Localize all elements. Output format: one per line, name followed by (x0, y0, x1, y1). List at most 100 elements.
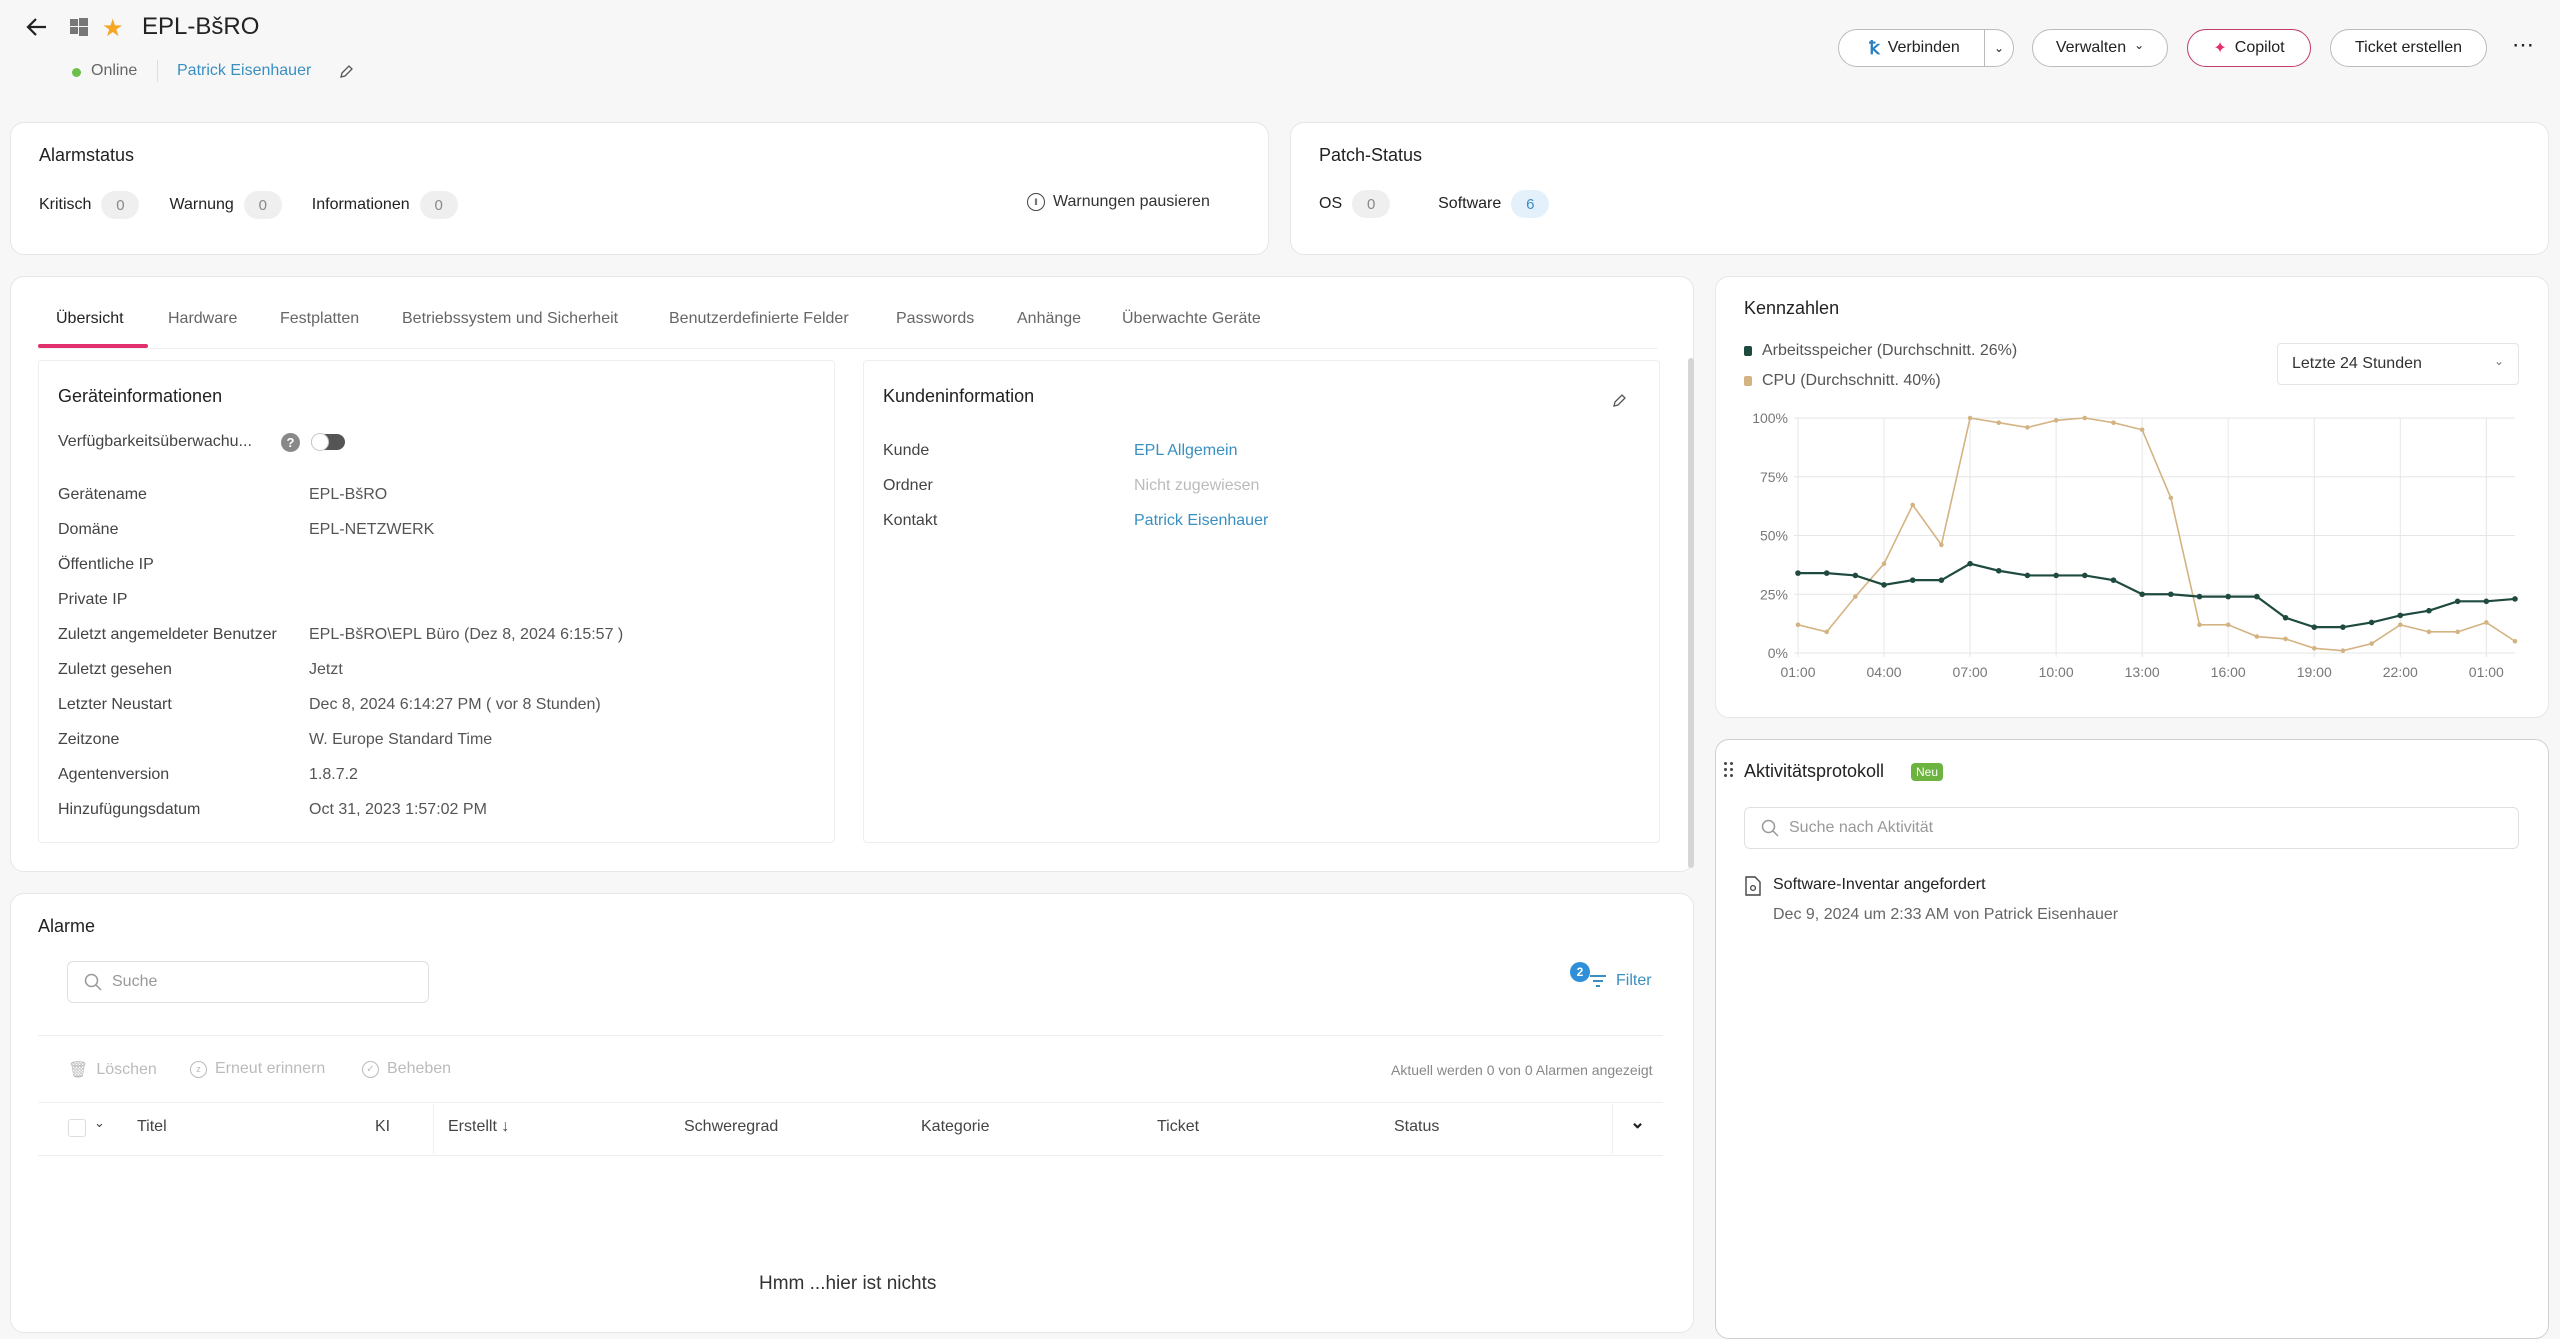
x-tick-label: 13:00 (2125, 664, 2160, 680)
col-ai[interactable]: KI (375, 1118, 390, 1136)
tab-attachments[interactable]: Anhänge (1017, 310, 1081, 328)
tab-custom-fields[interactable]: Benutzerdefinierte Felder (669, 310, 849, 328)
select-chevron-icon[interactable]: ⌄ (94, 1115, 105, 1131)
x-tick-label: 19:00 (2297, 664, 2332, 680)
last-seen-value: Jetzt (309, 661, 343, 678)
create-ticket-button[interactable]: Ticket erstellen (2330, 29, 2487, 67)
manage-button[interactable]: Verwalten ⌄ (2032, 29, 2168, 67)
data-point-memory (2225, 593, 2231, 600)
y-tick-label: 0% (1768, 645, 1788, 661)
select-all-checkbox[interactable] (68, 1119, 86, 1137)
data-point-memory (1995, 567, 2002, 574)
new-badge: Neu (1911, 763, 1944, 781)
os-count[interactable]: 0 (1352, 190, 1391, 218)
data-point-cpu (2053, 418, 2059, 423)
columns-menu-chevron-icon[interactable]: ⌄ (1630, 1112, 1645, 1133)
back-button[interactable] (24, 14, 50, 40)
connect-button[interactable]: ꝁ Verbinden (1838, 29, 1990, 67)
data-point-cpu (1824, 629, 1829, 635)
info-count: 0 (419, 191, 458, 219)
col-created[interactable]: Erstellt ↓ (448, 1118, 509, 1136)
data-point-memory (2024, 572, 2031, 579)
last-user-label: Zuletzt angemeldeter Benutzer (58, 626, 277, 643)
customer-info-title: Kundeninformation (883, 386, 1035, 406)
snooze-button[interactable]: z Erneut erinnern (190, 1060, 325, 1078)
customer-link[interactable]: EPL Allgemein (1134, 442, 1237, 460)
connect-dropdown-button[interactable]: ⌄ (1984, 29, 2014, 67)
data-point-cpu (2340, 648, 2346, 653)
data-point-memory (2053, 572, 2059, 579)
data-point-cpu (1795, 622, 1801, 628)
contact-link[interactable]: Patrick Eisenhauer (1134, 512, 1268, 530)
device-title: EPL-BšRO (142, 13, 260, 40)
drag-handle-icon[interactable] (1724, 762, 1734, 778)
data-point-cpu (2369, 641, 2374, 646)
col-severity[interactable]: Schweregrad (684, 1118, 778, 1136)
time-range-select[interactable]: Letzte 24 Stunden ⌄ (2277, 343, 2519, 385)
edit-customer-icon[interactable] (1611, 393, 1627, 414)
empty-state-text: Hmm ...hier ist nichts (759, 1273, 937, 1294)
activity-item-title[interactable]: Software-Inventar angefordert (1773, 876, 1986, 894)
col-ticket[interactable]: Ticket (1157, 1118, 1199, 1136)
col-title[interactable]: Titel (137, 1118, 167, 1136)
sparkle-icon: ✦ (2213, 40, 2227, 57)
activity-search-input[interactable]: Suche nach Aktivität (1744, 807, 2519, 849)
software-count[interactable]: 6 (1511, 190, 1550, 218)
pause-warnings-button[interactable]: ‖ Warnungen pausieren (1027, 193, 1210, 211)
resolve-button[interactable]: ✓ Beheben (362, 1060, 451, 1078)
tab-hardware[interactable]: Hardware (168, 310, 237, 328)
divider (157, 60, 158, 82)
tab-os-security[interactable]: Betriebssystem und Sicherheit (402, 310, 618, 328)
tab-passwords[interactable]: Passwords (896, 310, 974, 328)
availability-toggle[interactable] (311, 433, 345, 451)
alarms-count-text: Aktuell werden 0 von 0 Alarmen angezeigt (1391, 1062, 1653, 1078)
contact-label: Kontakt (883, 512, 938, 529)
alarms-title: Alarme (38, 916, 96, 936)
help-icon[interactable]: ? (281, 433, 300, 452)
device-name-label: Gerätename (58, 486, 147, 503)
x-tick-label: 01:00 (1780, 664, 1815, 680)
filter-icon (1590, 975, 1606, 987)
search-icon (1761, 819, 1779, 837)
data-point-cpu (2225, 622, 2231, 628)
data-point-memory (2196, 593, 2203, 600)
col-category[interactable]: Kategorie (921, 1118, 990, 1136)
data-point-memory (2311, 624, 2318, 630)
tab-overview[interactable]: Übersicht (56, 310, 124, 328)
info-label: Informationen (311, 196, 410, 213)
legend-cpu[interactable]: CPU (Durchschnitt. 40%) (1744, 372, 1941, 390)
favorite-star-icon[interactable]: ★ (102, 14, 124, 43)
y-tick-label: 25% (1760, 586, 1788, 602)
patch-status-card: Patch-Status OS 0 Software 6 (1290, 122, 2549, 255)
col-status[interactable]: Status (1394, 1118, 1439, 1136)
data-point-cpu (1939, 542, 1944, 548)
data-point-memory (2139, 591, 2145, 598)
filter-button[interactable]: 2 Filter (1570, 962, 1652, 990)
tab-disks[interactable]: Festplatten (280, 310, 359, 328)
timezone-value: W. Europe Standard Time (309, 731, 493, 748)
filter-count-badge: 2 (1570, 962, 1590, 982)
x-tick-label: 16:00 (2211, 664, 2246, 680)
os-label: OS (1319, 195, 1343, 212)
trash-icon: 🗑︎ (68, 1062, 89, 1079)
data-point-cpu (1996, 420, 2002, 425)
edit-owner-icon[interactable] (338, 64, 354, 85)
alarm-status-card: Alarmstatus Kritisch 0 Warnung 0 Informa… (10, 122, 1269, 255)
legend-memory[interactable]: Arbeitsspeicher (Durchschnitt. 26%) (1744, 342, 2017, 360)
date-added-label: Hinzufügungsdatum (58, 801, 201, 818)
delete-button[interactable]: 🗑︎ Löschen (68, 1060, 157, 1080)
date-added-value: Oct 31, 2023 1:57:02 PM (309, 801, 487, 818)
overview-scrollbar[interactable] (1688, 358, 1694, 868)
patch-status-title: Patch-Status (1319, 145, 1423, 165)
tab-monitored-devices[interactable]: Überwachte Geräte (1122, 310, 1261, 328)
alarms-search-input[interactable]: Suche (67, 961, 429, 1003)
more-options-icon[interactable]: ⋯ (2512, 32, 2535, 58)
software-label: Software (1438, 195, 1502, 212)
data-point-memory (2110, 577, 2117, 583)
last-user-value: EPL-BšRO\EPL Büro (Dez 8, 2024 6:15:57 ) (309, 626, 624, 643)
data-point-memory (1909, 577, 1916, 583)
owner-link[interactable]: Patrick Eisenhauer (177, 62, 311, 80)
data-point-cpu (2455, 629, 2460, 635)
copilot-button[interactable]: ✦ Copilot (2187, 29, 2311, 67)
alarm-clock-icon: z (190, 1060, 207, 1078)
